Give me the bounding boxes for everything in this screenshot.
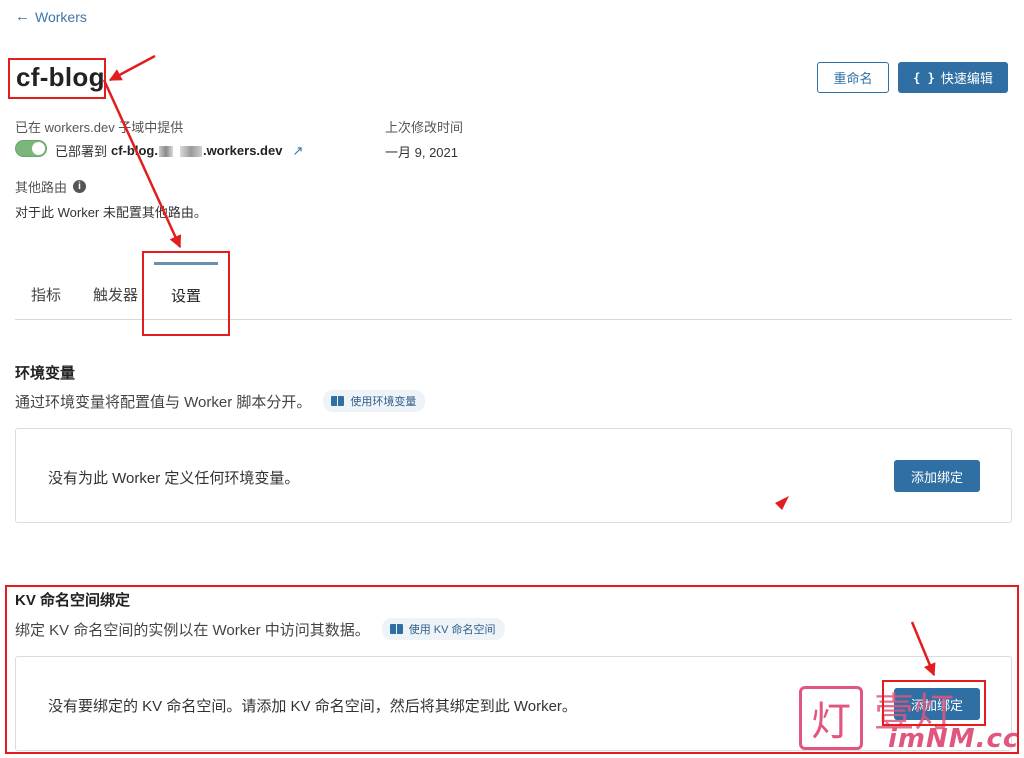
- other-routes-message: 对于此 Worker 未配置其他路由。: [15, 205, 207, 220]
- add-binding-label: 添加绑定: [910, 469, 963, 485]
- braces-icon: { }: [913, 70, 935, 85]
- workers-dev-toggle[interactable]: [15, 140, 47, 157]
- kv-section-description-row: 绑定 KV 命名空间的实例以在 Worker 中访问其数据。 使用 KV 命名空…: [15, 618, 505, 640]
- toggle-knob: [32, 142, 45, 155]
- redacted-segment: [179, 146, 202, 158]
- annotation-overlay: [5, 54, 1019, 754]
- external-link-icon[interactable]: ↗: [292, 143, 303, 159]
- deployed-domain[interactable]: cf-blog. .workers.dev: [111, 143, 282, 158]
- add-env-binding-button[interactable]: 添加绑定: [894, 460, 980, 492]
- arrow-left-icon: ←: [15, 8, 30, 25]
- env-section-description: 通过环境变量将配置值与 Worker 脚本分开。: [15, 393, 312, 411]
- env-section-title: 环境变量: [15, 365, 76, 382]
- quick-edit-button[interactable]: { } 快速编辑: [898, 62, 1008, 93]
- page-title: cf-blog: [16, 62, 105, 92]
- workers-dev-label: 已在 workers.dev 子域中提供: [15, 120, 184, 135]
- kv-docs-link[interactable]: 使用 KV 命名空间: [381, 618, 505, 640]
- rename-button[interactable]: 重命名: [817, 62, 889, 93]
- info-icon[interactable]: i: [73, 180, 87, 193]
- back-to-workers-link[interactable]: ← Workers: [15, 8, 87, 25]
- annotation-arrow-settings: [102, 79, 182, 249]
- back-link-label: Workers: [35, 8, 87, 25]
- annotation-arrow-title: [108, 54, 156, 82]
- watermark-logo: 灯: [799, 686, 863, 750]
- domain-start: cf-blog.: [111, 143, 158, 158]
- deployed-prefix: 已部署到: [55, 144, 108, 159]
- rename-button-label: 重命名: [833, 71, 873, 86]
- tab-triggers[interactable]: 触发器: [93, 284, 138, 305]
- deployed-to-line: 已部署到 cf-blog. .workers.dev ↗: [55, 141, 303, 160]
- kv-empty-message: 没有要绑定的 KV 命名空间。请添加 KV 命名空间，然后将其绑定到此 Work…: [48, 698, 577, 715]
- env-section-description-row: 通过环境变量将配置值与 Worker 脚本分开。 使用环境变量: [15, 390, 426, 412]
- tab-settings[interactable]: 设置: [171, 285, 201, 306]
- other-routes-heading: 其他路由 i: [15, 177, 87, 196]
- env-empty-message: 没有为此 Worker 定义任何环境变量。: [48, 470, 300, 487]
- book-icon: [389, 624, 403, 634]
- kv-section-description: 绑定 KV 命名空间的实例以在 Worker 中访问其数据。: [15, 621, 370, 639]
- watermark-url: imNM.cc: [888, 724, 1020, 754]
- kv-docs-label: 使用 KV 命名空间: [408, 624, 496, 636]
- kv-section-title: KV 命名空间绑定: [15, 592, 131, 609]
- last-modified-label: 上次修改时间: [385, 120, 464, 135]
- other-routes-label: 其他路由: [15, 180, 68, 195]
- quick-edit-button-label: 快速编辑: [940, 71, 993, 86]
- env-docs-link[interactable]: 使用环境变量: [323, 390, 426, 412]
- book-icon: [331, 396, 345, 406]
- domain-end: .workers.dev: [202, 143, 283, 158]
- tabs-divider: [15, 319, 1012, 320]
- redacted-segment: [158, 146, 173, 158]
- env-docs-label: 使用环境变量: [350, 396, 417, 408]
- last-modified-value: 一月 9, 2021: [385, 145, 458, 160]
- env-variables-panel: 没有为此 Worker 定义任何环境变量。 添加绑定: [15, 428, 1012, 523]
- tab-metrics[interactable]: 指标: [31, 284, 61, 305]
